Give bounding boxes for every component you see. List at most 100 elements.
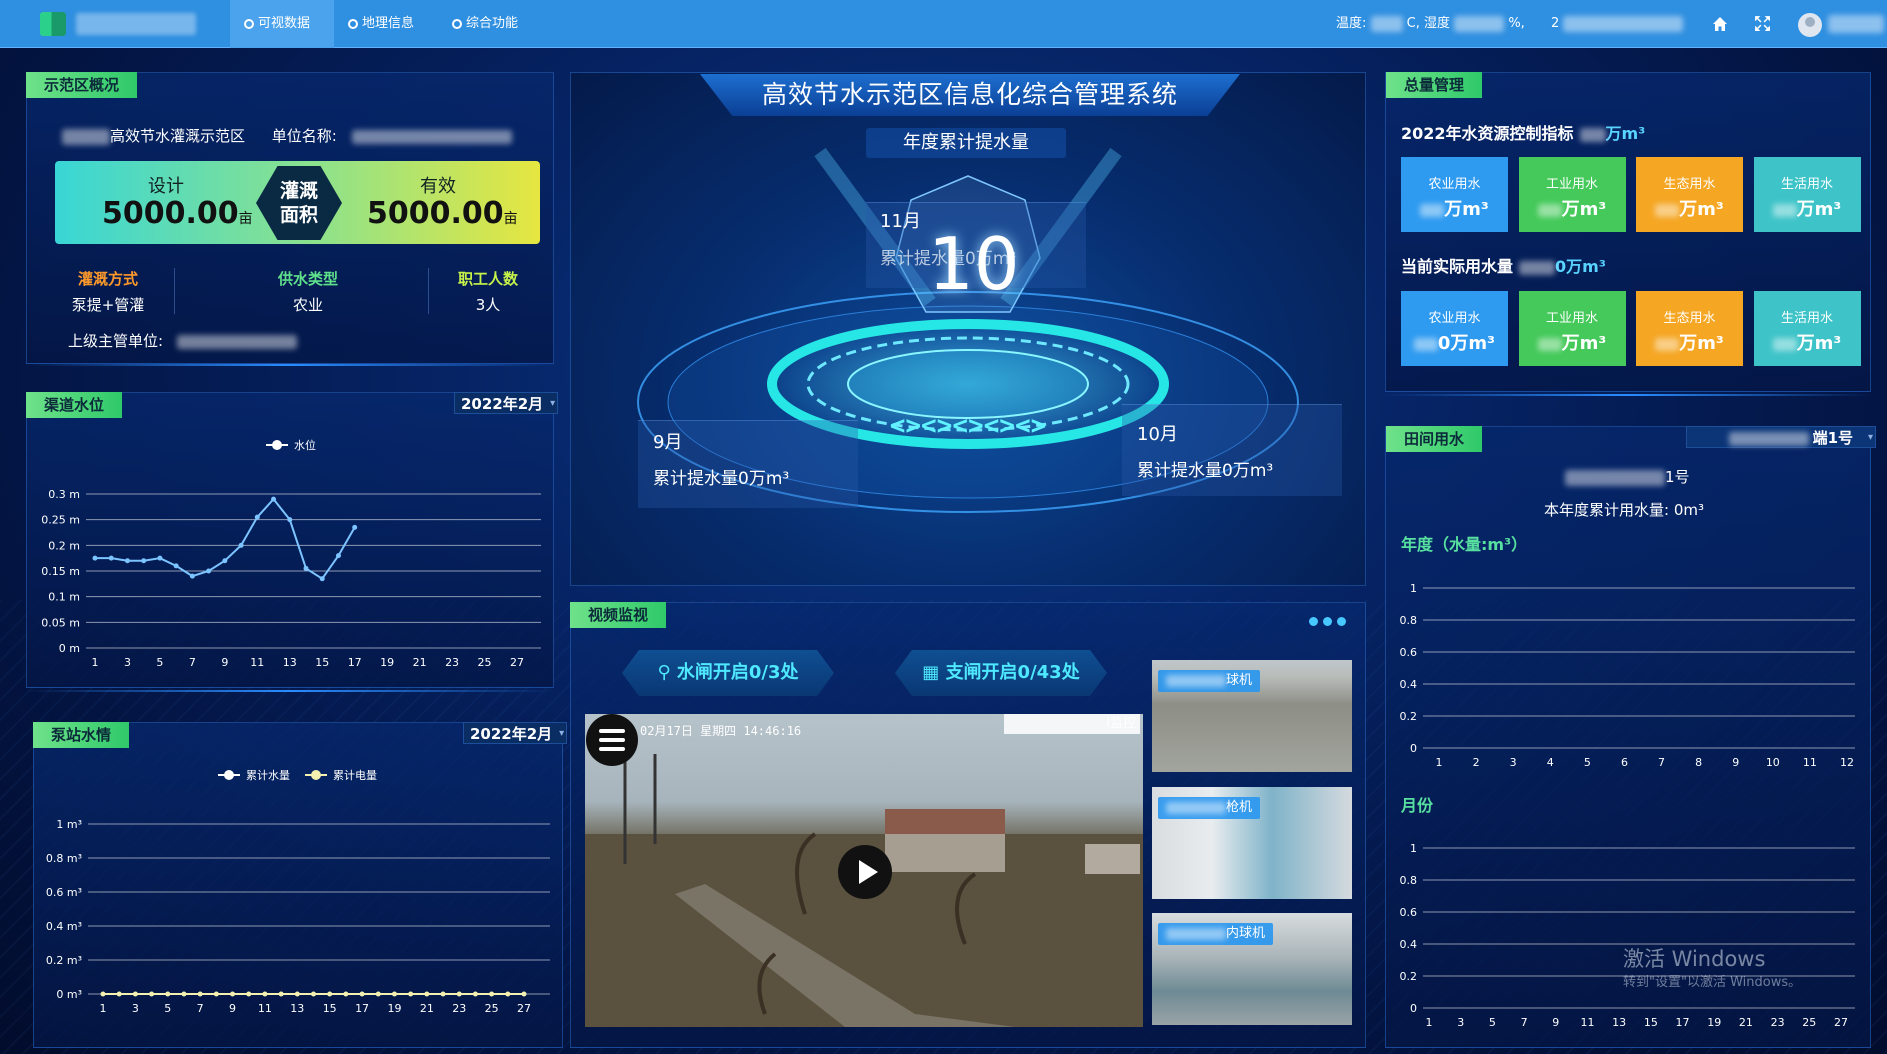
tile-name: 生态用水 bbox=[1663, 177, 1716, 192]
pump-data-point bbox=[472, 991, 478, 997]
usage-tile[interactable]: 农业用水 万m³ bbox=[1401, 157, 1508, 232]
year-x-tick: 6 bbox=[1621, 756, 1628, 769]
user-name[interactable] bbox=[1828, 15, 1884, 33]
superior-label: 上级主管单位: bbox=[68, 332, 164, 350]
month-usage-chart: 00.20.40.60.81 1 3 5 7 9 11 13 15 17 19 21 23 25 27 bbox=[1400, 842, 1855, 1029]
nav-geo-info[interactable]: 地理信息 bbox=[334, 0, 438, 48]
branch-gate-status[interactable]: ▦ 支闸开启0/43处 bbox=[895, 650, 1107, 696]
fullscreen-icon[interactable] bbox=[1754, 15, 1771, 32]
canal-data-point bbox=[352, 524, 358, 530]
usage-tile[interactable]: 生态用水万m³ bbox=[1636, 157, 1743, 232]
date-prefix: 2 bbox=[1550, 16, 1560, 31]
nav-label: 综合功能 bbox=[466, 16, 519, 31]
sluice-gate-text: 水闸开启0/3处 bbox=[676, 662, 799, 683]
glow-line bbox=[1385, 394, 1871, 396]
sluice-gate-status[interactable]: ⚲ 水闸开启0/3处 bbox=[622, 650, 834, 696]
canal-x-tick: 15 bbox=[315, 656, 329, 669]
weather-info: 温度: C, 湿度 %, 2 bbox=[1336, 0, 1684, 48]
supply-type-label: 供水类型 bbox=[277, 270, 338, 288]
hex-line1: 灌溉 bbox=[279, 180, 318, 202]
month-x-tick: 5 bbox=[1489, 1016, 1496, 1029]
camera-thumb-3[interactable]: 内球机 bbox=[1152, 913, 1352, 1025]
temp-unit: C, bbox=[1406, 16, 1420, 31]
pump-data-point bbox=[213, 991, 219, 997]
tile-unit: 万m³ bbox=[1561, 199, 1607, 220]
nav-label: 地理信息 bbox=[362, 16, 415, 31]
system-title: 高效节水示范区信息化综合管理系统 bbox=[700, 74, 1240, 116]
canal-data-point bbox=[271, 496, 277, 502]
home-icon[interactable] bbox=[1712, 16, 1728, 32]
month-x-tick: 13 bbox=[1612, 1016, 1626, 1029]
irrigation-method-label: 灌溉方式 bbox=[77, 270, 138, 288]
camera-thumb-2[interactable]: 枪机 bbox=[1152, 787, 1352, 899]
camera-name-1: 球机 bbox=[1226, 673, 1253, 688]
field-device-select[interactable]: 端1号 bbox=[1686, 426, 1876, 449]
tile-name: 工业用水 bbox=[1545, 311, 1598, 326]
nav-label: 可视数据 bbox=[258, 16, 311, 31]
canal-x-tick: 1 bbox=[92, 656, 99, 669]
month-y-tick: 1 bbox=[1410, 842, 1417, 855]
tile-name: 生活用水 bbox=[1780, 311, 1833, 326]
video-menu-button[interactable] bbox=[586, 714, 638, 766]
tile-name: 农业用水 bbox=[1428, 177, 1481, 192]
canal-month-select[interactable]: 2022年2月 bbox=[454, 392, 559, 415]
month-x-tick: 25 bbox=[1802, 1016, 1816, 1029]
design-value: 5000.00 bbox=[102, 196, 239, 231]
inner-ring bbox=[847, 349, 1089, 419]
tile-value: 万m³ bbox=[1754, 329, 1861, 355]
year-y-tick: 0 bbox=[1410, 742, 1417, 755]
usage-tile[interactable]: 工业用水 万m³ bbox=[1518, 157, 1626, 232]
more-options-icon[interactable] bbox=[1309, 611, 1351, 630]
demo-area-name: 高效节水灌溉示范区 bbox=[110, 127, 246, 145]
pump-data-point bbox=[262, 991, 268, 997]
canal-data-point bbox=[303, 565, 309, 571]
canal-series-points bbox=[92, 496, 358, 582]
month-x-tick: 3 bbox=[1457, 1016, 1464, 1029]
control-index-unit: 万m³ bbox=[1605, 124, 1646, 143]
canal-data-point bbox=[141, 558, 147, 564]
canal-y-tick: 0.25 m bbox=[41, 514, 80, 527]
nav-visual-data[interactable]: 可视数据 bbox=[230, 0, 334, 48]
pump-data-point bbox=[505, 991, 511, 997]
sep-month: 9月 bbox=[653, 432, 683, 453]
canal-y-tick: 0.3 m bbox=[48, 488, 80, 501]
branch-gate-icon: ▦ bbox=[922, 662, 946, 683]
nav-comprehensive[interactable]: 综合功能 bbox=[438, 0, 542, 48]
camera-name-3: 内球机 bbox=[1226, 926, 1266, 941]
pump-data-point bbox=[521, 991, 527, 997]
usage-tile[interactable]: 工业用水 万m³ bbox=[1518, 291, 1626, 366]
canal-x-tick: 21 bbox=[413, 656, 427, 669]
pump-data-point bbox=[149, 991, 155, 997]
user-avatar[interactable] bbox=[1798, 13, 1822, 37]
month-x-tick: 27 bbox=[1834, 1016, 1848, 1029]
radio-ring-icon bbox=[452, 19, 462, 29]
usage-tile[interactable]: 生活用水 万m³ bbox=[1753, 157, 1861, 232]
month-x-ticks: 1 3 5 7 9 11 13 15 17 19 21 23 25 27 bbox=[1426, 1016, 1849, 1029]
pump-title: 泵站水情 bbox=[33, 722, 130, 748]
pump-x-tick: 27 bbox=[517, 1002, 531, 1015]
year-chart-label: 年度（水量:m³） bbox=[1401, 535, 1528, 554]
play-icon[interactable] bbox=[838, 845, 892, 899]
canal-x-tick: 9 bbox=[221, 656, 228, 669]
pump-grid bbox=[88, 823, 550, 995]
pump-x-tick: 9 bbox=[229, 1002, 236, 1015]
unit-label: 单位名称: bbox=[271, 127, 337, 145]
year-x-tick: 10 bbox=[1766, 756, 1780, 769]
usage-tile[interactable]: 农业用水 0万m³ bbox=[1401, 291, 1508, 366]
effective-area: 5000.00亩 bbox=[367, 196, 518, 231]
year-y-tick: 0.6 bbox=[1400, 646, 1418, 659]
field-device-value: 端1号 bbox=[1812, 429, 1853, 447]
usage-tile[interactable]: 生态用水 万m³ bbox=[1636, 291, 1743, 366]
pump-data-point bbox=[100, 991, 106, 997]
sep-pumping-text: 累计提水量0万m³ bbox=[653, 469, 790, 489]
camera-thumb-1[interactable]: 球机 bbox=[1152, 660, 1352, 772]
canal-x-tick: 11 bbox=[250, 656, 264, 669]
actual-usage-title: 当前实际用水量 0万m³ bbox=[1401, 253, 1606, 277]
year-x-tick: 7 bbox=[1658, 756, 1665, 769]
usage-tile[interactable]: 生活用水万m³ bbox=[1753, 291, 1861, 366]
tile-value: 万m³ bbox=[1636, 195, 1743, 221]
temp-value bbox=[1370, 15, 1403, 32]
canal-y-tick: 0.1 m bbox=[48, 591, 80, 604]
pump-month-select[interactable]: 2022年2月 bbox=[463, 722, 568, 745]
canal-data-point bbox=[173, 563, 179, 569]
